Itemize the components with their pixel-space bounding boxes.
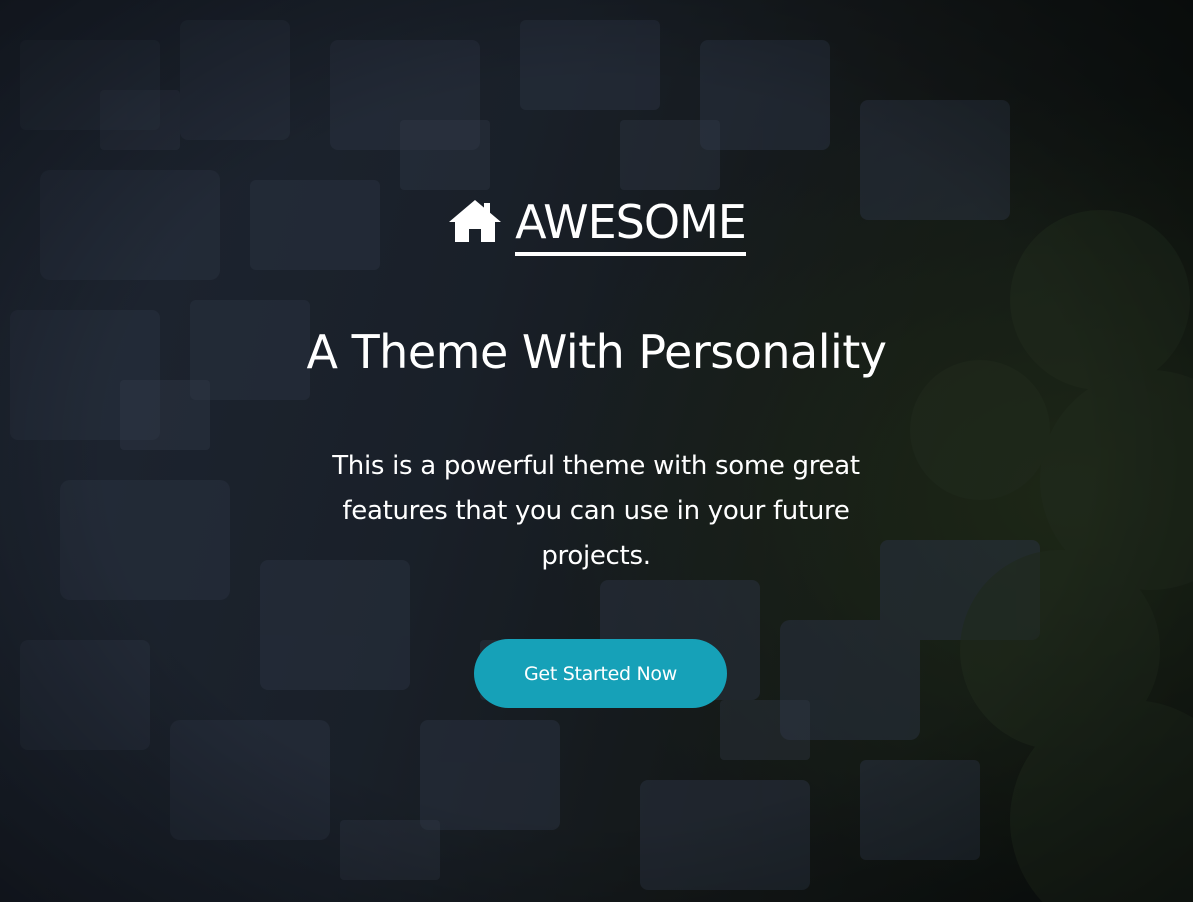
hero-headline: A Theme With Personality [306, 325, 887, 379]
hero-tagline: This is a powerful theme with some great… [332, 451, 860, 571]
hero-section: AWESOME A Theme With Personality This is… [0, 0, 1193, 902]
get-started-button[interactable]: Get Started Now [474, 639, 727, 708]
brand-link[interactable]: AWESOME [447, 196, 747, 256]
home-icon [449, 200, 502, 242]
brand-name: AWESOME [515, 196, 747, 256]
hero-content: AWESOME A Theme With Personality This is… [0, 0, 1193, 902]
brand: AWESOME [0, 196, 1193, 256]
